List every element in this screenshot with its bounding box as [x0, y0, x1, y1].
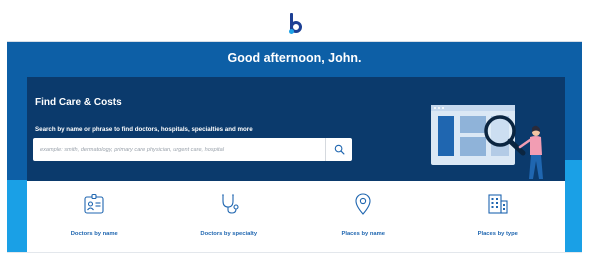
search-input[interactable]: [33, 138, 325, 161]
category-places-by-type[interactable]: Places by type: [431, 181, 566, 252]
building-icon: [488, 194, 508, 214]
search-illustration: [431, 105, 543, 179]
map-pin-icon: [355, 193, 371, 215]
category-label[interactable]: Doctors by name: [27, 231, 162, 237]
search-bar: [33, 138, 352, 161]
id-badge-icon: [84, 193, 104, 214]
find-care-title: Find Care & Costs: [35, 97, 122, 108]
category-doctors-by-name[interactable]: Doctors by name: [27, 181, 162, 252]
hero-section: Good afternoon, John. Find Care & Costs …: [7, 42, 582, 252]
category-row: Doctors by name Doctors by specialty Pla…: [27, 181, 565, 252]
category-label[interactable]: Places by name: [296, 231, 431, 237]
top-header: [7, 5, 582, 42]
category-places-by-name[interactable]: Places by name: [296, 181, 431, 252]
search-icon: [334, 144, 344, 155]
category-label[interactable]: Doctors by specialty: [162, 231, 297, 237]
stethoscope-icon: [221, 194, 239, 214]
find-care-panel: Find Care & Costs Search by name or phra…: [27, 77, 565, 181]
search-instructions: Search by name or phrase to find doctors…: [35, 126, 253, 133]
category-label[interactable]: Places by type: [431, 231, 566, 237]
category-doctors-by-specialty[interactable]: Doctors by specialty: [162, 181, 297, 252]
search-button[interactable]: [325, 138, 352, 161]
bottom-divider: [7, 252, 582, 253]
greeting-heading: Good afternoon, John.: [227, 51, 362, 65]
brand-logo[interactable]: [287, 10, 303, 36]
